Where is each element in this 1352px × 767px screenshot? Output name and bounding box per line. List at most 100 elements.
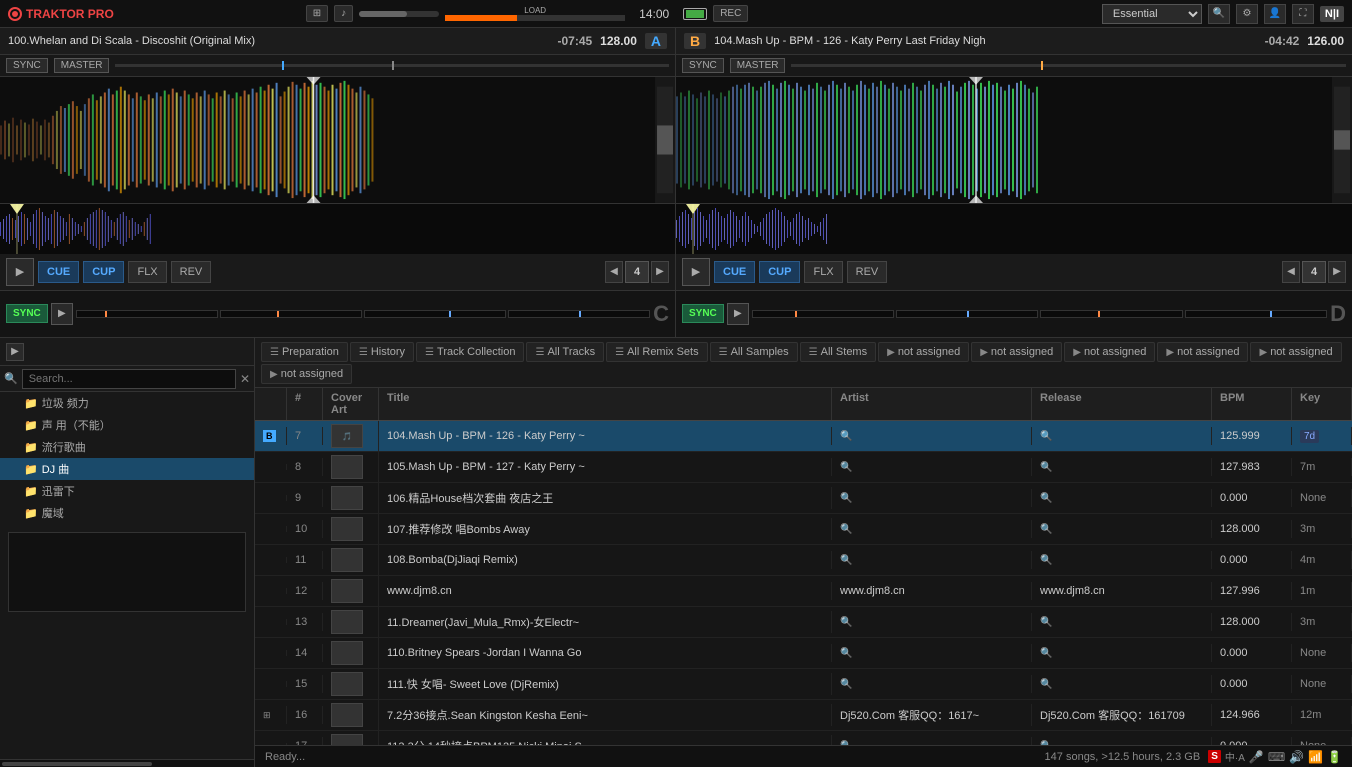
table-row[interactable]: 15 111.快 女唱- Sweet Love (DjRemix) 🔍 🔍 0.…: [255, 669, 1352, 700]
deck-a-flx-btn[interactable]: FLX: [128, 261, 166, 283]
fullscreen-btn[interactable]: ⛶: [1292, 4, 1314, 24]
nav-remix-label: All Remix Sets: [627, 346, 699, 358]
th-artist[interactable]: Artist: [832, 388, 1032, 420]
table-row[interactable]: 14 110.Britney Spears -Jordan I Wanna Go…: [255, 638, 1352, 669]
nav-all-tracks[interactable]: ☰ All Tracks: [526, 342, 604, 362]
table-row[interactable]: 10 107.推荐修改 唱Bombs Away 🔍 🔍 128.000 3m: [255, 514, 1352, 545]
deck-a-play-btn[interactable]: ▶: [6, 258, 34, 286]
deck-a-hotcue-nav: ◀ 4 ▶: [605, 261, 669, 283]
search-icon-small[interactable]: 🔍: [1040, 617, 1052, 628]
nav-not-assigned-1[interactable]: ▶ not assigned: [878, 342, 969, 362]
deck-a-hotcue-next[interactable]: ▶: [651, 261, 669, 283]
nav-all-samples[interactable]: ☰ All Samples: [710, 342, 798, 362]
deck-c-sync-btn[interactable]: SYNC: [6, 304, 48, 323]
search-input[interactable]: [22, 369, 236, 389]
nav-all-stems[interactable]: ☰ All Stems: [800, 342, 876, 362]
th-key[interactable]: Key: [1292, 388, 1352, 420]
search-icon-small[interactable]: 🔍: [840, 431, 852, 442]
volume-bar[interactable]: [359, 11, 439, 17]
nav-stems-label: All Stems: [821, 346, 867, 358]
deck-d-play-btn[interactable]: ▶: [727, 303, 749, 325]
sidebar-thumbnail: [8, 532, 246, 612]
search-icon-small[interactable]: 🔍: [1040, 679, 1052, 690]
table-row[interactable]: 17 113.3分 14秒接点BPM125 Nicki Minaj S~ 🔍 🔍…: [255, 731, 1352, 745]
deck-a-sync-btn[interactable]: SYNC: [6, 58, 48, 73]
th-bpm[interactable]: BPM: [1212, 388, 1292, 420]
th-art[interactable]: Cover Art: [323, 388, 379, 420]
grid-btn[interactable]: ⊞: [306, 5, 328, 22]
table-row[interactable]: 11 108.Bomba(DjJiaqi Remix) 🔍 🔍 0.000 4m: [255, 545, 1352, 576]
rec-btn[interactable]: REC: [713, 5, 748, 22]
nav-track-collection[interactable]: ☰ Track Collection: [416, 342, 524, 362]
deck-c-play-btn[interactable]: ▶: [51, 303, 73, 325]
folder-icon: 📁: [24, 441, 38, 454]
sidebar-item-dj[interactable]: 📁 DJ 曲: [0, 458, 254, 480]
deck-b-sync-btn[interactable]: SYNC: [682, 58, 724, 73]
sidebar-item-magic[interactable]: 📁 魔域: [0, 502, 254, 524]
clear-search-icon[interactable]: ✕: [240, 372, 250, 386]
th-title[interactable]: Title: [379, 388, 832, 420]
search-icon-small[interactable]: 🔍: [840, 555, 852, 566]
table-row[interactable]: 8 105.Mash Up - BPM - 127 - Katy Perry ~…: [255, 452, 1352, 483]
unassigned-icon-5: ▶: [1259, 347, 1267, 358]
nav-all-remix-sets[interactable]: ☰ All Remix Sets: [606, 342, 708, 362]
layout-select[interactable]: Essential: [1102, 4, 1202, 24]
table-row[interactable]: 9 106.精品House档次套曲 夜店之王 🔍 🔍 0.000 None: [255, 483, 1352, 514]
th-flag[interactable]: [255, 388, 287, 420]
deck-a-cue-btn[interactable]: CUE: [38, 261, 79, 283]
search-btn[interactable]: 🔍: [1208, 4, 1230, 24]
search-icon-small[interactable]: 🔍: [1040, 524, 1052, 535]
deck-a-rev-btn[interactable]: REV: [171, 261, 212, 283]
deck-b-cup-btn[interactable]: CUP: [759, 261, 800, 283]
search-icon-small[interactable]: 🔍: [840, 493, 852, 504]
deck-b-flx-btn[interactable]: FLX: [804, 261, 842, 283]
sidebar-item-voice[interactable]: 📁 声 用（不能）: [0, 414, 254, 436]
search-icon-small[interactable]: 🔍: [840, 462, 852, 473]
sidebar-item-thunder[interactable]: 📁 迅雷下: [0, 480, 254, 502]
deck-d-sync-btn[interactable]: SYNC: [682, 304, 724, 323]
load-fill: [445, 15, 517, 21]
th-release[interactable]: Release: [1032, 388, 1212, 420]
deck-b-play-btn[interactable]: ▶: [682, 258, 710, 286]
sidebar-expand-btn[interactable]: ▶: [6, 343, 24, 361]
search-icon: 🔍: [4, 372, 18, 385]
volume-btn[interactable]: ♪: [334, 5, 353, 22]
deck-a-master-btn[interactable]: MASTER: [54, 58, 110, 73]
deck-a-cup-btn[interactable]: CUP: [83, 261, 124, 283]
search-icon-small[interactable]: 🔍: [840, 617, 852, 628]
profile-btn[interactable]: 👤: [1264, 4, 1286, 24]
deck-b-master-btn[interactable]: MASTER: [730, 58, 786, 73]
deck-b-cue-btn[interactable]: CUE: [714, 261, 755, 283]
deck-b-hotcue-next[interactable]: ▶: [1328, 261, 1346, 283]
table-row[interactable]: 13 11.Dreamer(Javi_Mula_Rmx)-女Electr~ 🔍 …: [255, 607, 1352, 638]
sidebar-hscroll[interactable]: [0, 759, 254, 767]
deck-a-hotcue-prev[interactable]: ◀: [605, 261, 623, 283]
mic-icon: 🎤: [1249, 750, 1264, 764]
search-icon-small[interactable]: 🔍: [1040, 493, 1052, 504]
search-icon-small[interactable]: 🔍: [1040, 648, 1052, 659]
deck-b-hotcue-prev[interactable]: ◀: [1282, 261, 1300, 283]
table-row[interactable]: 12 www.djm8.cn www.djm8.cn www.djm8.cn 1…: [255, 576, 1352, 607]
nav-not-assigned-3[interactable]: ▶ not assigned: [1064, 342, 1155, 362]
load-label: LOAD: [524, 6, 546, 15]
nav-not-assigned-4[interactable]: ▶ not assigned: [1157, 342, 1248, 362]
search-icon-small[interactable]: 🔍: [840, 679, 852, 690]
sidebar-item-pop[interactable]: 📁 流行歌曲: [0, 436, 254, 458]
search-icon-small[interactable]: 🔍: [1040, 555, 1052, 566]
sidebar-item-junkyard[interactable]: 📁 垃圾 频力: [0, 392, 254, 414]
settings-btn[interactable]: ⚙: [1236, 4, 1258, 24]
search-icon-small[interactable]: 🔍: [1040, 462, 1052, 473]
table-row[interactable]: B 7 🎵 104.Mash Up - BPM - 126 - Katy Per…: [255, 421, 1352, 452]
deck-d-loop-bars: [752, 310, 1327, 318]
nav-not-assigned-6[interactable]: ▶ not assigned: [261, 364, 352, 384]
table-row[interactable]: ⊞ 16 7.2分36接点.Sean Kingston Kesha Eeni~ …: [255, 700, 1352, 731]
nav-not-assigned-5[interactable]: ▶ not assigned: [1250, 342, 1341, 362]
th-num[interactable]: #: [287, 388, 323, 420]
nav-not-assigned-2[interactable]: ▶ not assigned: [971, 342, 1062, 362]
nav-history[interactable]: ☰ History: [350, 342, 414, 362]
search-icon-small[interactable]: 🔍: [1040, 431, 1052, 442]
deck-b-rev-btn[interactable]: REV: [847, 261, 888, 283]
search-icon-small[interactable]: 🔍: [840, 524, 852, 535]
search-icon-small[interactable]: 🔍: [840, 648, 852, 659]
nav-preparation[interactable]: ☰ Preparation: [261, 342, 348, 362]
